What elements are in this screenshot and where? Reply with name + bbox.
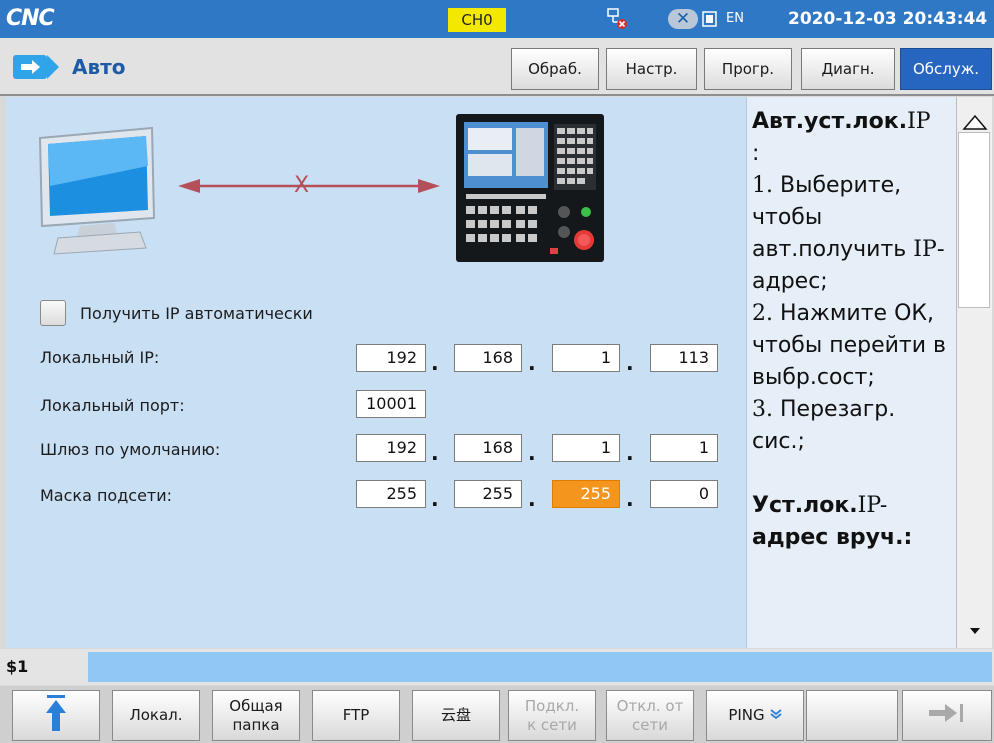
- ip-dot: .: [626, 351, 634, 375]
- scrollbar-thumb[interactable]: [958, 132, 990, 308]
- help-step-3-num: 3.: [752, 397, 773, 422]
- help-step-1-text: Выберите, чтобы авт.получить: [752, 173, 914, 262]
- softkey-ping-label: PING: [728, 706, 765, 724]
- next-page-icon: [927, 702, 967, 729]
- up-arrow-icon: [43, 693, 69, 738]
- disconnect-mark: X: [294, 173, 310, 198]
- ip-dot: .: [431, 441, 439, 465]
- tab-processing[interactable]: Обраб.: [511, 48, 599, 90]
- gateway-octet-4[interactable]: 1: [650, 434, 718, 462]
- softkey-next-page[interactable]: [902, 690, 992, 741]
- ip-dot: .: [528, 441, 536, 465]
- softkey-shared-folder[interactable]: Общая папка: [212, 690, 300, 741]
- auto-ip-checkbox[interactable]: [40, 300, 66, 326]
- softkey-ping[interactable]: PING: [706, 690, 804, 741]
- ip-dot: .: [431, 487, 439, 511]
- softkey-empty[interactable]: [806, 690, 898, 741]
- tab-setup[interactable]: Настр.: [606, 48, 697, 90]
- mode-title: Авто: [72, 55, 126, 79]
- help-step-3-text: Перезагр. сис.;: [752, 397, 896, 454]
- command-prompt: $1: [6, 657, 29, 676]
- subnet-label: Маска подсети:: [40, 486, 173, 505]
- help-step-2-num: 2.: [752, 301, 773, 326]
- scroll-down-arrow-icon[interactable]: [962, 620, 988, 640]
- cnc-logo: CNC: [6, 6, 55, 31]
- local-ip-octet-3[interactable]: 1: [552, 344, 620, 372]
- ip-dot: .: [626, 441, 634, 465]
- help-heading-2: Уст.лок.: [752, 493, 858, 518]
- help-heading-1: Авт.уст.лок.: [752, 109, 908, 134]
- softkey-cloud-disk[interactable]: 云盘: [412, 690, 500, 741]
- gateway-label: Шлюз по умолчанию:: [40, 440, 221, 459]
- softkey-disconnect-label: Откл. от сети: [616, 696, 684, 734]
- help-text: Авт.уст.лок.IP : 1. Выберите, чтобы авт.…: [752, 106, 948, 646]
- help-heading-1-ip: IP: [907, 109, 931, 134]
- tab-program[interactable]: Прогр.: [704, 48, 792, 90]
- ip-dot: .: [626, 487, 634, 511]
- softkey-ftp[interactable]: FTP: [312, 690, 400, 741]
- scroll-up-arrow-icon[interactable]: [962, 112, 988, 132]
- close-icon[interactable]: ✕: [668, 9, 698, 29]
- help-step-1-num: 1.: [752, 173, 773, 198]
- softkey-up[interactable]: [12, 690, 100, 741]
- help-heading-2-ip: IP-: [857, 493, 888, 518]
- ip-dot: .: [431, 351, 439, 375]
- cnc-controller-icon: [456, 114, 604, 262]
- tab-diagnostics[interactable]: Диагн.: [801, 48, 895, 90]
- local-ip-octet-2[interactable]: 168: [454, 344, 522, 372]
- auto-ip-label: Получить IP автоматически: [80, 304, 313, 323]
- softkey-shared-folder-label: Общая папка: [229, 696, 283, 734]
- softkey-disconnect-network[interactable]: Откл. от сети: [606, 690, 694, 741]
- subnet-octet-3[interactable]: 255: [552, 480, 620, 508]
- softkey-connect-network[interactable]: Подкл. к сети: [508, 690, 596, 741]
- auto-mode-arrow-icon: [12, 54, 60, 80]
- subnet-octet-2[interactable]: 255: [454, 480, 522, 508]
- channel-badge[interactable]: CH0: [448, 8, 506, 32]
- local-port-label: Локальный порт:: [40, 396, 185, 415]
- help-step-1-ip: IP: [913, 237, 937, 262]
- datetime: 2020-12-03 20:43:44: [788, 9, 988, 29]
- softkey-local[interactable]: Локал.: [112, 690, 200, 741]
- subnet-octet-4[interactable]: 0: [650, 480, 718, 508]
- command-input[interactable]: [88, 652, 992, 682]
- gateway-octet-2[interactable]: 168: [454, 434, 522, 462]
- subnet-octet-1[interactable]: 255: [356, 480, 426, 508]
- help-colon: :: [752, 141, 760, 166]
- help-heading-2-line2: адрес вруч.:: [752, 525, 913, 550]
- double-chevron-down-icon: [770, 706, 782, 725]
- language-indicator[interactable]: EN: [726, 8, 756, 30]
- local-ip-octet-1[interactable]: 192: [356, 344, 426, 372]
- help-step-2-text: Нажмите ОК, чтобы перейти в выбр.сост;: [752, 301, 946, 390]
- local-ip-octet-4[interactable]: 113: [650, 344, 718, 372]
- gateway-octet-1[interactable]: 192: [356, 434, 426, 462]
- local-ip-label: Локальный IP:: [40, 348, 160, 367]
- pc-monitor-icon: [36, 126, 160, 256]
- network-disconnected-icon: [606, 8, 628, 30]
- local-port-field[interactable]: 10001: [356, 390, 426, 418]
- ip-dot: .: [528, 487, 536, 511]
- ip-dot: .: [528, 351, 536, 375]
- input-method-icon: [702, 10, 718, 28]
- tab-service[interactable]: Обслуж.: [900, 48, 992, 90]
- gateway-octet-3[interactable]: 1: [552, 434, 620, 462]
- softkey-connect-label: Подкл. к сети: [524, 696, 580, 734]
